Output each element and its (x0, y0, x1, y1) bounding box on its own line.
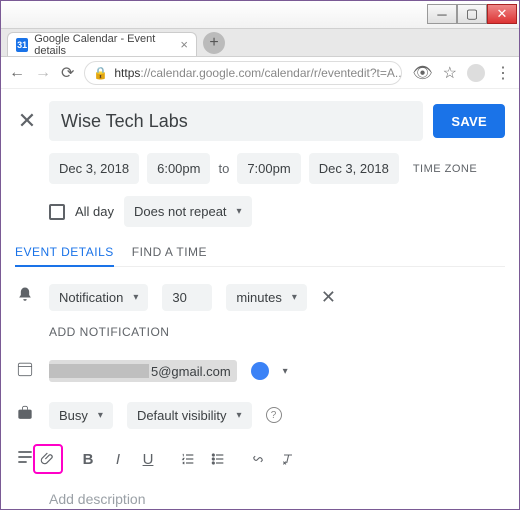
numbered-list-button[interactable] (173, 444, 203, 474)
calendar-favicon: 31 (16, 38, 28, 52)
lock-icon: 🔒 (93, 66, 108, 80)
window-close-button[interactable]: ✕ (487, 4, 517, 24)
add-notification-button[interactable]: ADD NOTIFICATION (49, 325, 505, 339)
browser-tab[interactable]: 31 Google Calendar - Event details × (7, 32, 197, 56)
clear-formatting-button[interactable] (273, 444, 303, 474)
window-maximize-button[interactable]: ▢ (457, 4, 487, 24)
visibility-help-icon[interactable]: ? (266, 407, 282, 423)
formatting-toolbar: B I U (33, 444, 303, 474)
notification-value-input[interactable] (162, 284, 212, 311)
event-tabs: EVENT DETAILS FIND A TIME (15, 239, 505, 267)
save-button[interactable]: SAVE (433, 104, 505, 138)
remove-notification-button[interactable]: ✕ (321, 287, 336, 308)
calendar-color-dot[interactable] (251, 362, 269, 380)
url-path: /calendar/r/eventedit?t=A... (261, 66, 402, 80)
italic-button[interactable]: I (103, 444, 133, 474)
browser-menu-icon[interactable]: ⋮ (495, 63, 511, 83)
start-time-picker[interactable]: 6:00pm (147, 153, 210, 184)
all-day-label: All day (75, 204, 114, 219)
notification-unit-dropdown[interactable]: minutes (226, 284, 307, 311)
end-time-picker[interactable]: 7:00pm (237, 153, 300, 184)
browser-tabstrip: 31 Google Calendar - Event details × + (1, 29, 519, 57)
underline-button[interactable]: U (133, 444, 163, 474)
description-input[interactable]: Add description (49, 487, 505, 509)
forward-button[interactable]: → (35, 64, 51, 82)
description-icon (15, 447, 35, 472)
notification-type-dropdown[interactable]: Notification (49, 284, 148, 311)
calendar-color-dropdown-icon[interactable]: ▾ (283, 366, 288, 377)
bulleted-list-button[interactable] (203, 444, 233, 474)
window-minimize-button[interactable]: ─ (427, 4, 457, 24)
attachment-button[interactable] (33, 444, 63, 474)
email-suffix: 5@gmail.com (151, 364, 231, 379)
tab-close-icon[interactable]: × (180, 37, 188, 52)
calendar-owner-chip[interactable]: 5@gmail.com (49, 360, 237, 382)
link-button[interactable] (243, 444, 273, 474)
briefcase-icon (15, 403, 35, 428)
visibility-dropdown[interactable]: Default visibility (127, 402, 252, 429)
event-title-input[interactable] (49, 101, 423, 141)
bookmark-star-icon[interactable]: ☆ (443, 63, 457, 83)
availability-dropdown[interactable]: Busy (49, 402, 113, 429)
url-host: ://calendar.google.com (140, 66, 261, 80)
browser-toolbar: ← → ⟳ 🔒 https://calendar.google.com/cale… (1, 57, 519, 89)
reload-button[interactable]: ⟳ (61, 63, 74, 83)
recurrence-dropdown[interactable]: Does not repeat (124, 196, 252, 227)
calendar-icon (15, 359, 35, 384)
end-date-picker[interactable]: Dec 3, 2018 (309, 153, 399, 184)
bell-icon (15, 285, 35, 310)
start-date-picker[interactable]: Dec 3, 2018 (49, 153, 139, 184)
tab-event-details[interactable]: EVENT DETAILS (15, 239, 114, 267)
profile-avatar[interactable] (467, 64, 485, 82)
tab-title: Google Calendar - Event details (34, 33, 170, 57)
back-button[interactable]: ← (9, 64, 25, 82)
bold-button[interactable]: B (73, 444, 103, 474)
all-day-checkbox[interactable] (49, 204, 65, 220)
close-event-button[interactable]: ✕ (15, 108, 39, 134)
url-scheme: https (114, 66, 140, 80)
new-tab-button[interactable]: + (203, 32, 225, 54)
eye-icon[interactable]: 👁 (412, 63, 432, 83)
to-label: to (218, 161, 229, 176)
address-bar[interactable]: 🔒 https://calendar.google.com/calendar/r… (84, 61, 402, 85)
tab-find-a-time[interactable]: FIND A TIME (132, 239, 207, 266)
timezone-button[interactable]: TIME ZONE (413, 163, 477, 175)
window-titlebar: ─ ▢ ✕ (1, 1, 519, 29)
redacted-email-prefix (49, 364, 149, 378)
